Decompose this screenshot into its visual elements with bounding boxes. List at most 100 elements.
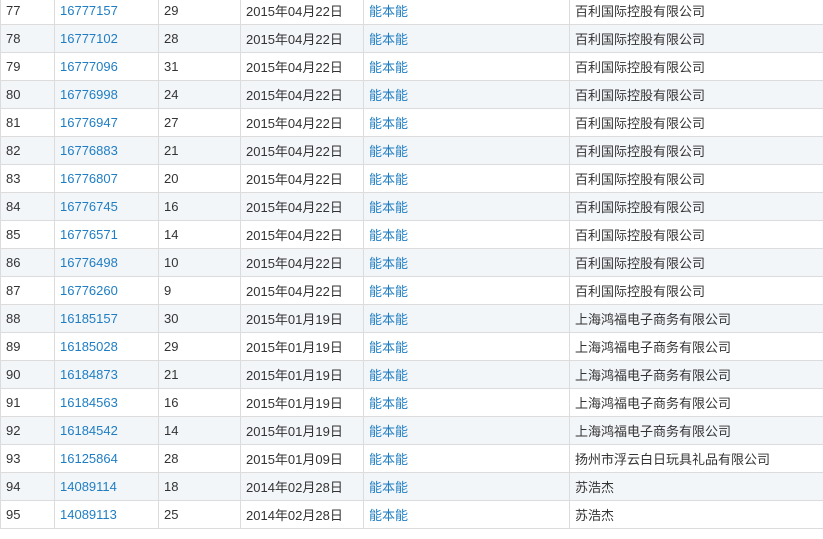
applicant-cell: 上海鸿福电子商务有限公司 [569,388,823,417]
class-cell: 16 [158,388,241,417]
registration-number-cell: 16776745 [54,192,159,221]
row-index-cell: 82 [0,136,55,165]
trademark-name-link[interactable]: 能本能 [369,508,408,523]
registration-number-link[interactable]: 16776745 [60,199,118,214]
table-row: 84 16776745 16 2015年04月22日 能本能 百利国际控股有限公… [0,192,823,221]
trademark-name-cell: 能本能 [363,500,570,529]
registration-number-link[interactable]: 16125864 [60,451,118,466]
row-index-cell: 79 [0,52,55,81]
trademark-name-link[interactable]: 能本能 [369,228,408,243]
trademark-name-cell: 能本能 [363,24,570,53]
registration-number-link[interactable]: 16184873 [60,367,118,382]
registration-number-cell: 16777096 [54,52,159,81]
application-date-cell: 2015年01月19日 [240,388,364,417]
row-index-cell: 77 [0,0,55,25]
trademark-name-link[interactable]: 能本能 [369,284,408,299]
trademark-name-link[interactable]: 能本能 [369,340,408,355]
applicant-cell: 百利国际控股有限公司 [569,24,823,53]
trademark-name-link[interactable]: 能本能 [369,32,408,47]
table-row: 78 16777102 28 2015年04月22日 能本能 百利国际控股有限公… [0,24,823,53]
table-row: 90 16184873 21 2015年01月19日 能本能 上海鸿福电子商务有… [0,360,823,389]
registration-number-link[interactable]: 14089113 [60,507,117,522]
registration-number-link[interactable]: 14089114 [60,479,117,494]
registration-number-link[interactable]: 16776571 [60,227,118,242]
trademark-name-link[interactable]: 能本能 [369,200,408,215]
registration-number-link[interactable]: 16777096 [60,59,118,74]
trademark-name-link[interactable]: 能本能 [369,452,408,467]
table-row: 79 16777096 31 2015年04月22日 能本能 百利国际控股有限公… [0,52,823,81]
registration-number-cell: 16777102 [54,24,159,53]
row-index-cell: 94 [0,472,55,501]
trademark-name-cell: 能本能 [363,80,570,109]
registration-number-link[interactable]: 16184542 [60,423,118,438]
class-cell: 25 [158,500,241,529]
registration-number-link[interactable]: 16776807 [60,171,118,186]
trademark-name-link[interactable]: 能本能 [369,4,408,19]
registration-number-link[interactable]: 16776947 [60,115,118,130]
application-date-cell: 2015年04月22日 [240,0,364,25]
trademark-name-cell: 能本能 [363,276,570,305]
trademark-name-link[interactable]: 能本能 [369,60,408,75]
registration-number-link[interactable]: 16776498 [60,255,118,270]
application-date-cell: 2015年01月19日 [240,304,364,333]
table-row: 91 16184563 16 2015年01月19日 能本能 上海鸿福电子商务有… [0,388,823,417]
row-index-cell: 92 [0,416,55,445]
registration-number-cell: 14089114 [54,472,159,501]
trademark-name-link[interactable]: 能本能 [369,368,408,383]
registration-number-link[interactable]: 16776998 [60,87,118,102]
application-date-cell: 2015年04月22日 [240,52,364,81]
registration-number-link[interactable]: 16777102 [60,31,118,46]
table-row: 94 14089114 18 2014年02月28日 能本能 苏浩杰 [0,472,823,501]
table-row: 89 16185028 29 2015年01月19日 能本能 上海鸿福电子商务有… [0,332,823,361]
trademark-name-cell: 能本能 [363,164,570,193]
registration-number-link[interactable]: 16185157 [60,311,118,326]
row-index-cell: 83 [0,164,55,193]
application-date-cell: 2015年04月22日 [240,276,364,305]
table-row: 85 16776571 14 2015年04月22日 能本能 百利国际控股有限公… [0,220,823,249]
registration-number-link[interactable]: 16185028 [60,339,118,354]
applicant-cell: 上海鸿福电子商务有限公司 [569,304,823,333]
table-row: 83 16776807 20 2015年04月22日 能本能 百利国际控股有限公… [0,164,823,193]
class-cell: 29 [158,0,241,25]
applicant-cell: 百利国际控股有限公司 [569,276,823,305]
applicant-cell: 扬州市浮云白日玩具礼品有限公司 [569,444,823,473]
class-cell: 21 [158,360,241,389]
row-index-cell: 81 [0,108,55,137]
registration-number-cell: 16776947 [54,108,159,137]
trademark-name-link[interactable]: 能本能 [369,396,408,411]
class-cell: 14 [158,220,241,249]
trademark-name-cell: 能本能 [363,332,570,361]
trademark-name-link[interactable]: 能本能 [369,144,408,159]
trademark-name-cell: 能本能 [363,360,570,389]
trademark-name-link[interactable]: 能本能 [369,88,408,103]
trademark-name-link[interactable]: 能本能 [369,116,408,131]
trademark-name-cell: 能本能 [363,220,570,249]
trademark-name-link[interactable]: 能本能 [369,424,408,439]
registration-number-link[interactable]: 16776883 [60,143,118,158]
trademark-name-link[interactable]: 能本能 [369,256,408,271]
trademark-name-link[interactable]: 能本能 [369,172,408,187]
trademark-name-cell: 能本能 [363,0,570,25]
applicant-cell: 苏浩杰 [569,500,823,529]
trademark-name-cell: 能本能 [363,472,570,501]
applicant-cell: 苏浩杰 [569,472,823,501]
trademark-name-link[interactable]: 能本能 [369,480,408,495]
application-date-cell: 2015年04月22日 [240,192,364,221]
application-date-cell: 2015年04月22日 [240,80,364,109]
registration-number-link[interactable]: 16776260 [60,283,118,298]
applicant-cell: 百利国际控股有限公司 [569,108,823,137]
registration-number-cell: 16776807 [54,164,159,193]
row-index-cell: 91 [0,388,55,417]
table-row: 80 16776998 24 2015年04月22日 能本能 百利国际控股有限公… [0,80,823,109]
trademark-name-cell: 能本能 [363,52,570,81]
trademark-records-table: 77 16777157 29 2015年04月22日 能本能 百利国际控股有限公… [0,0,823,529]
registration-number-cell: 16776571 [54,220,159,249]
table-row: 82 16776883 21 2015年04月22日 能本能 百利国际控股有限公… [0,136,823,165]
registration-number-link[interactable]: 16184563 [60,395,118,410]
registration-number-cell: 16776883 [54,136,159,165]
trademark-name-link[interactable]: 能本能 [369,312,408,327]
registration-number-cell: 16184563 [54,388,159,417]
trademark-name-cell: 能本能 [363,248,570,277]
applicant-cell: 百利国际控股有限公司 [569,248,823,277]
registration-number-link[interactable]: 16777157 [60,3,118,18]
